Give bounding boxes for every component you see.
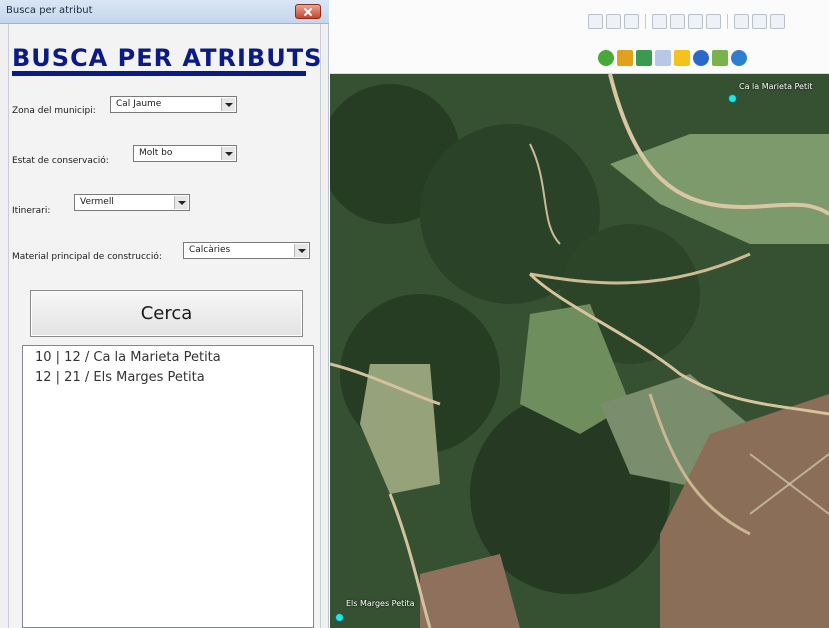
layer-icon[interactable]	[670, 14, 685, 29]
map-label-bottom: Els Marges Petita	[346, 599, 415, 608]
extent-icon[interactable]	[688, 14, 703, 29]
info-icon[interactable]	[693, 50, 709, 66]
estat-label: Estat de conservació:	[12, 156, 109, 166]
zona-value: Cal Jaume	[116, 99, 162, 109]
search-button-label: Cerca	[140, 303, 193, 324]
window-icon[interactable]	[770, 14, 785, 29]
satellite-image	[330, 74, 829, 628]
toolbar-separator	[727, 14, 728, 29]
estat-select[interactable]: Molt bo	[133, 145, 237, 162]
title-underline	[12, 71, 306, 76]
export-icon[interactable]	[752, 14, 767, 29]
toolbar-row-bottom	[598, 50, 747, 66]
zona-label: Zona del municipi:	[12, 106, 96, 116]
list-item[interactable]: 12 | 21 / Els Marges Petita	[35, 370, 205, 385]
print-icon[interactable]	[588, 14, 603, 29]
titlebar: Busca per atribut	[0, 0, 329, 24]
grid-icon[interactable]	[652, 14, 667, 29]
search-dialog: Busca per atribut BUSCA PER ATRIBUTS Zon…	[0, 0, 329, 628]
zoom-in-icon[interactable]	[606, 14, 621, 29]
estat-value: Molt bo	[139, 148, 173, 158]
select-icon[interactable]	[706, 14, 721, 29]
satellite-map[interactable]: Ca la Marieta Petit Els Marges Petita	[330, 74, 829, 628]
search-button[interactable]: Cerca	[30, 290, 303, 337]
page-title: BUSCA PER ATRIBUTS	[12, 44, 323, 72]
star-icon[interactable]	[674, 50, 690, 66]
itinerari-label: Itinerari:	[12, 206, 51, 216]
person-icon[interactable]	[636, 50, 652, 66]
window-title: Busca per atribut	[6, 5, 93, 16]
map-marker[interactable]	[728, 94, 737, 103]
itinerari-select[interactable]: Vermell	[74, 194, 190, 211]
list-item[interactable]: 10 | 12 / Ca la Marieta Petita	[35, 350, 221, 365]
save-icon[interactable]	[734, 14, 749, 29]
globe-icon[interactable]	[731, 50, 747, 66]
app: Busca per atribut BUSCA PER ATRIBUTS Zon…	[0, 0, 829, 628]
chevron-down-icon[interactable]	[221, 147, 235, 160]
results-list[interactable]: 10 | 12 / Ca la Marieta Petita 12 | 21 /…	[22, 345, 314, 628]
map-toolbar-area	[330, 0, 829, 74]
map-icon[interactable]	[712, 50, 728, 66]
zoom-out-icon[interactable]	[624, 14, 639, 29]
chevron-down-icon[interactable]	[174, 196, 188, 209]
close-icon[interactable]	[295, 4, 321, 19]
toolbar-row-top	[588, 14, 785, 29]
home-icon[interactable]	[617, 50, 633, 66]
map-marker[interactable]	[335, 613, 344, 622]
itinerari-value: Vermell	[80, 197, 114, 207]
go-icon[interactable]	[598, 50, 614, 66]
material-value: Calcàries	[189, 245, 231, 255]
map-label-top: Ca la Marieta Petit	[739, 82, 813, 91]
chevron-down-icon[interactable]	[221, 98, 235, 111]
zona-select[interactable]: Cal Jaume	[110, 96, 237, 113]
toolbar-separator	[645, 14, 646, 29]
material-select[interactable]: Calcàries	[183, 242, 310, 259]
material-label: Material principal de construcció:	[12, 252, 162, 262]
search-icon[interactable]	[655, 50, 671, 66]
chevron-down-icon[interactable]	[294, 244, 308, 257]
